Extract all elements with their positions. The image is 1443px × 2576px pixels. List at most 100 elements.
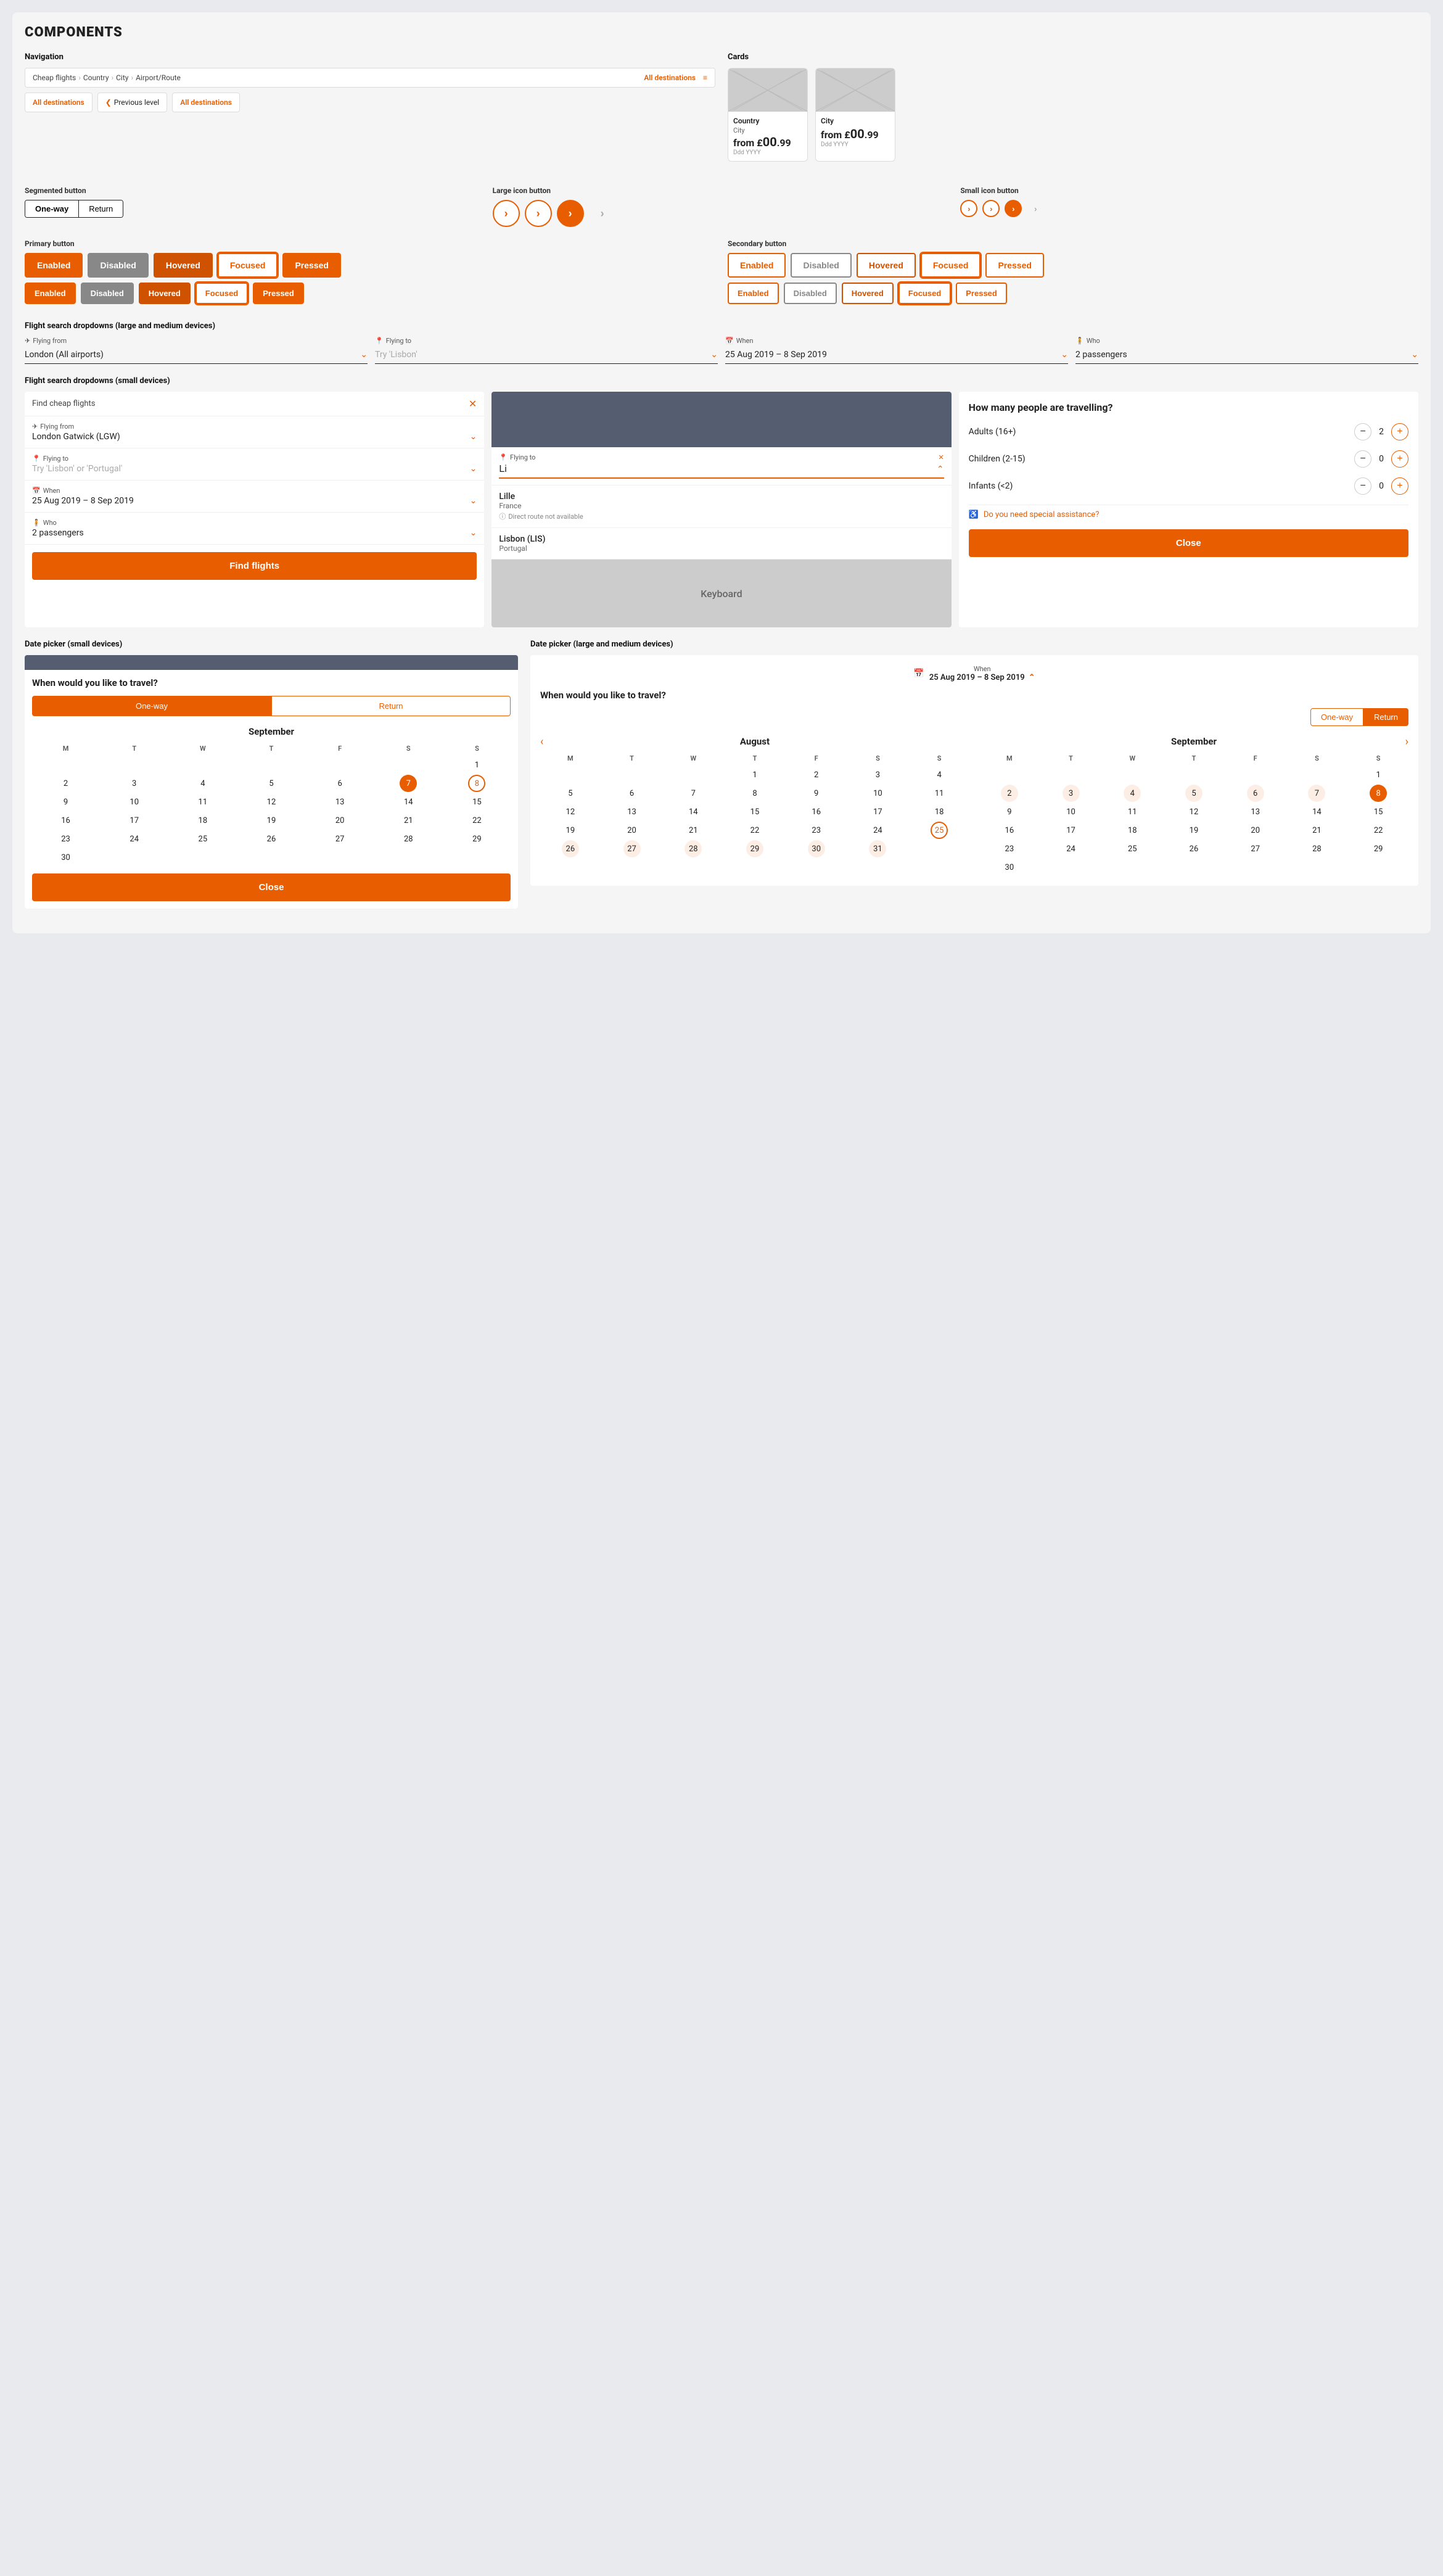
dp-return-btn[interactable]: Return <box>271 696 511 716</box>
cal-day-13[interactable]: 13 <box>331 793 348 811</box>
cal-day-4[interactable]: 4 <box>194 775 212 792</box>
dp-large-seg[interactable]: One-way Return <box>540 708 1408 726</box>
cal-day-3[interactable]: 3 <box>126 775 143 792</box>
small-flying-to-value[interactable]: Try 'Lisbon' or 'Portugal' ⌄ <box>32 464 477 474</box>
dp-small-seg[interactable]: One-way Return <box>32 696 511 716</box>
next-month-arrow[interactable]: › <box>1405 735 1408 748</box>
sep-day-14[interactable]: 14 <box>1308 803 1325 820</box>
aug-day-10[interactable]: 10 <box>869 785 886 802</box>
large-icon-btn-plain[interactable]: › <box>589 200 616 227</box>
aug-day-3[interactable]: 3 <box>869 766 886 783</box>
breadcrumb-item-city[interactable]: City <box>116 73 128 82</box>
small-icon-btn-focused[interactable]: › <box>1005 200 1022 217</box>
nav-prev-level-btn[interactable]: ❮ Previous level <box>97 93 167 112</box>
small-icon-btn-hovered[interactable]: › <box>982 200 1000 217</box>
breadcrumb-item-airport[interactable]: Airport/Route <box>136 73 181 82</box>
flying-from-large[interactable]: ✈ Flying from London (All airports) ⌄ <box>25 337 368 364</box>
cal-day-29[interactable]: 29 <box>468 830 485 848</box>
cal-day-22[interactable]: 22 <box>468 812 485 829</box>
card-country[interactable]: Country City from £00.99 Ddd YYYY <box>728 68 808 162</box>
large-icon-btn-focused[interactable]: › <box>557 200 584 227</box>
aug-day-26[interactable]: 26 <box>562 840 579 857</box>
suggestion-lisbon[interactable]: Lisbon (LIS) Portugal <box>491 528 951 559</box>
nav-all-destinations-btn2[interactable]: All destinations <box>172 93 240 112</box>
dp-oneway-btn[interactable]: One-way <box>32 696 271 716</box>
dp-large-oneway-btn[interactable]: One-way <box>1310 708 1363 726</box>
sep-day-13[interactable]: 13 <box>1247 803 1264 820</box>
small-icon-btn-plain[interactable]: › <box>1027 200 1044 217</box>
passengers-close-btn[interactable]: Close <box>969 529 1408 557</box>
secondary-focused-btn[interactable]: Focused <box>921 253 981 278</box>
infants-plus-btn[interactable]: + <box>1391 477 1408 495</box>
secondary-hovered-btn[interactable]: Hovered <box>857 253 916 278</box>
sep-day-26[interactable]: 26 <box>1185 840 1202 857</box>
primary-sm-hovered-btn[interactable]: Hovered <box>139 283 191 304</box>
cal-day-26[interactable]: 26 <box>263 830 280 848</box>
cal-day-18[interactable]: 18 <box>194 812 212 829</box>
secondary-pressed-btn[interactable]: Pressed <box>985 253 1043 278</box>
aug-day-30[interactable]: 30 <box>808 840 825 857</box>
breadcrumb-item-cheapflights[interactable]: Cheap flights <box>33 73 76 82</box>
cal-day-15[interactable]: 15 <box>468 793 485 811</box>
sep-day-5[interactable]: 5 <box>1185 785 1202 802</box>
cal-day-30[interactable]: 30 <box>57 849 75 866</box>
suggestion-lille[interactable]: Lille France ⓘ Direct route not availabl… <box>491 485 951 528</box>
sep-day-7[interactable]: 7 <box>1308 785 1325 802</box>
flying-to-input[interactable] <box>499 464 937 475</box>
dp-small-close-btn[interactable]: Close <box>32 873 511 901</box>
small-when-value[interactable]: 25 Aug 2019 – 8 Sep 2019 ⌄ <box>32 496 477 506</box>
large-icon-btn-hovered[interactable]: › <box>525 200 552 227</box>
secondary-sm-focused-btn[interactable]: Focused <box>898 283 951 304</box>
infants-minus-btn[interactable]: − <box>1354 477 1371 495</box>
aug-day-15[interactable]: 15 <box>746 803 763 820</box>
breadcrumb-item-country[interactable]: Country <box>83 73 109 82</box>
dp-large-when-value[interactable]: 25 Aug 2019 – 8 Sep 2019 ⌃ <box>929 673 1035 682</box>
aug-day-19[interactable]: 19 <box>562 822 579 839</box>
primary-sm-enabled-btn[interactable]: Enabled <box>25 283 76 304</box>
sep-day-27[interactable]: 27 <box>1247 840 1264 857</box>
cal-day-27[interactable]: 27 <box>331 830 348 848</box>
find-flights-button[interactable]: Find flights <box>32 552 477 580</box>
primary-sm-focused-btn[interactable]: Focused <box>195 283 248 304</box>
breadcrumb-all-destinations[interactable]: All destinations <box>644 73 696 82</box>
primary-sm-pressed-btn[interactable]: Pressed <box>253 283 304 304</box>
cal-day-14[interactable]: 14 <box>400 793 417 811</box>
flying-from-value-large[interactable]: London (All airports) ⌄ <box>25 346 368 364</box>
who-large[interactable]: 🧍 Who 2 passengers ⌄ <box>1075 337 1418 364</box>
sep-day-28[interactable]: 28 <box>1308 840 1325 857</box>
aug-day-1[interactable]: 1 <box>746 766 763 783</box>
aug-day-6[interactable]: 6 <box>623 785 641 802</box>
sep-day-3[interactable]: 3 <box>1063 785 1080 802</box>
flying-to-value-large[interactable]: Try 'Lisbon' ⌄ <box>375 346 718 364</box>
cal-day-24[interactable]: 24 <box>126 830 143 848</box>
sep-day-17[interactable]: 17 <box>1063 822 1080 839</box>
secondary-sm-pressed-btn[interactable]: Pressed <box>956 283 1007 304</box>
cal-day-16[interactable]: 16 <box>57 812 75 829</box>
cal-day-12[interactable]: 12 <box>263 793 280 811</box>
when-value-large[interactable]: 25 Aug 2019 – 8 Sep 2019 ⌄ <box>725 346 1068 364</box>
cal-day-11[interactable]: 11 <box>194 793 212 811</box>
small-icon-btn-enabled[interactable]: › <box>960 200 977 217</box>
segmented-button-group[interactable]: One-way Return <box>25 200 123 218</box>
primary-pressed-btn[interactable]: Pressed <box>282 253 340 278</box>
sep-day-18[interactable]: 18 <box>1124 822 1141 839</box>
adults-minus-btn[interactable]: − <box>1354 423 1371 440</box>
aug-day-22[interactable]: 22 <box>746 822 763 839</box>
sep-day-29[interactable]: 29 <box>1370 840 1387 857</box>
sep-day-2[interactable]: 2 <box>1001 785 1018 802</box>
sep-day-25[interactable]: 25 <box>1124 840 1141 857</box>
return-btn[interactable]: Return <box>79 200 123 217</box>
aug-day-14[interactable]: 14 <box>684 803 702 820</box>
dp-large-return-btn[interactable]: Return <box>1363 708 1408 726</box>
sep-day-30[interactable]: 30 <box>1001 859 1018 876</box>
sep-day-11[interactable]: 11 <box>1124 803 1141 820</box>
cal-day-6[interactable]: 6 <box>331 775 348 792</box>
sep-day-15[interactable]: 15 <box>1370 803 1387 820</box>
aug-day-12[interactable]: 12 <box>562 803 579 820</box>
cal-day-21[interactable]: 21 <box>400 812 417 829</box>
aug-day-17[interactable]: 17 <box>869 803 886 820</box>
sep-day-16[interactable]: 16 <box>1001 822 1018 839</box>
aug-day-16[interactable]: 16 <box>808 803 825 820</box>
children-plus-btn[interactable]: + <box>1391 450 1408 468</box>
flying-to-large[interactable]: 📍 Flying to Try 'Lisbon' ⌄ <box>375 337 718 364</box>
